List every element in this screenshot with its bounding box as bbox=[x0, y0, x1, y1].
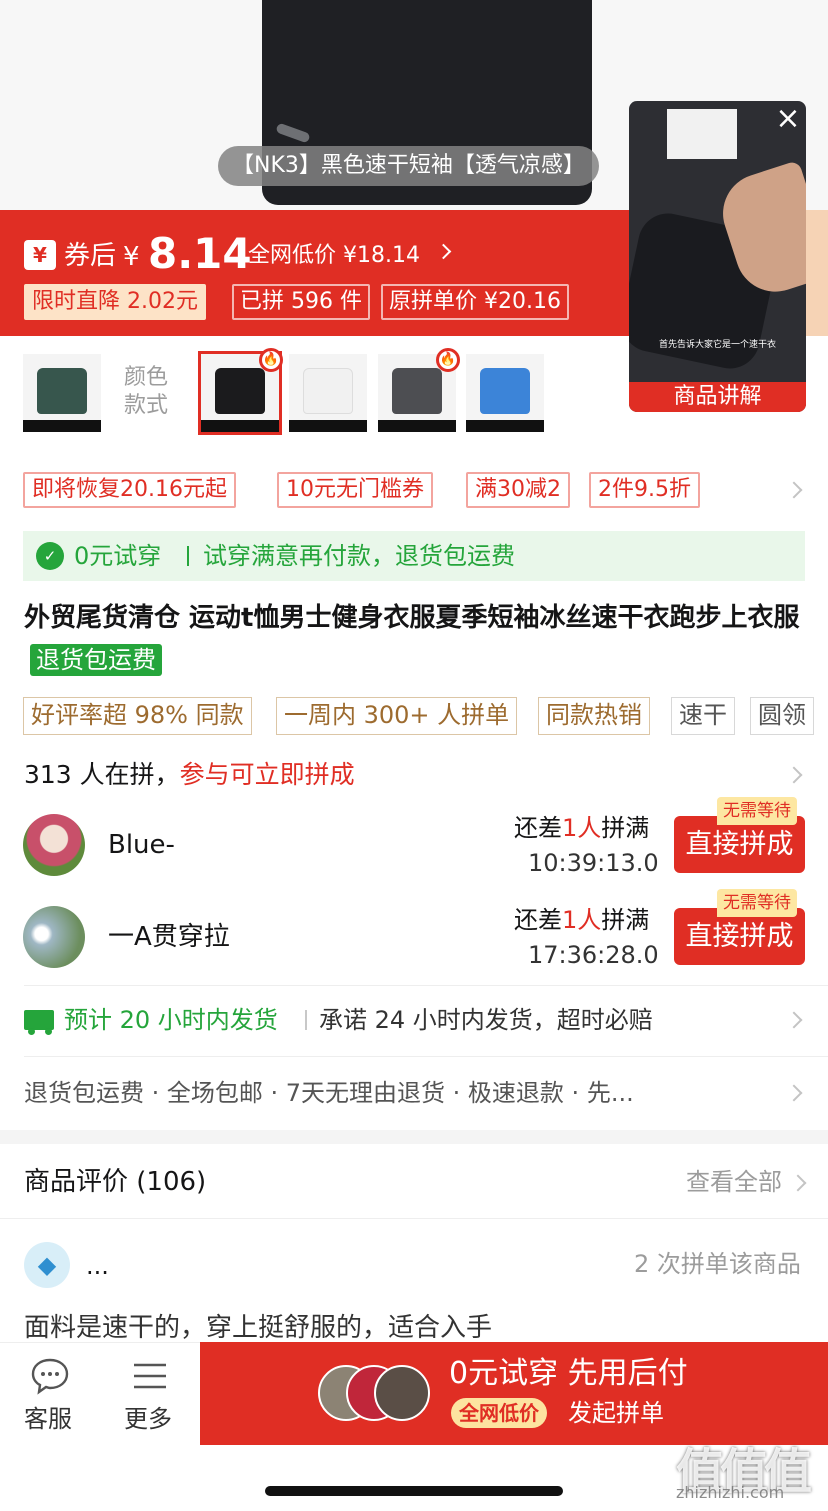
need-suffix: 拼满 bbox=[601, 814, 650, 842]
next-image-peek bbox=[806, 210, 828, 336]
feature-tag: 同款热销 bbox=[538, 697, 650, 735]
free-return-badge: 退货包运费 bbox=[30, 644, 162, 676]
feature-tag: 一周内 300+ 人拼单 bbox=[276, 697, 518, 735]
chat-icon[interactable] bbox=[30, 1356, 70, 1396]
close-icon[interactable]: × bbox=[770, 101, 806, 137]
tshirt-icon bbox=[392, 368, 442, 414]
sku-thumb-blue[interactable] bbox=[466, 354, 544, 432]
chevron-right-icon[interactable] bbox=[789, 1174, 807, 1192]
need-suffix: 拼满 bbox=[601, 906, 650, 934]
lowest-price-pill: 全网低价 bbox=[451, 1398, 547, 1428]
sku-brand-strip bbox=[378, 420, 456, 432]
tshirt-icon bbox=[215, 368, 265, 414]
countdown-timer: 10:39:13.0 bbox=[528, 849, 659, 877]
original-price-tag: 原拼单价 ¥20.16 bbox=[381, 284, 569, 320]
start-group-label: 发起拼单 bbox=[568, 1399, 664, 1427]
view-all-reviews[interactable]: 查看全部 bbox=[686, 1163, 782, 1201]
product-title-text: 外贸尾货清仓 运动t恤男士健身衣服夏季短袖冰丝速干衣跑步上衣服 bbox=[24, 603, 800, 633]
sku-name-label: 【NK3】黑色速干短袖【透气凉感】 bbox=[218, 146, 599, 186]
after-coupon-label: 券后 bbox=[64, 241, 117, 271]
feature-tag: 圆领 bbox=[750, 697, 814, 735]
ship-estimate: 预计 20 小时内发货 bbox=[64, 1006, 278, 1034]
price-currency: ¥ bbox=[123, 242, 140, 272]
sku-brand-strip bbox=[289, 420, 367, 432]
sku-thumb-green[interactable] bbox=[23, 354, 101, 432]
try-free-pay-later: 0元试穿 先用后付 bbox=[449, 1356, 688, 1391]
more-label[interactable]: 更多 bbox=[124, 1403, 172, 1435]
sold-count-tag: 已拼 596 件 bbox=[232, 284, 370, 320]
chevron-right-icon[interactable] bbox=[785, 766, 803, 784]
reviews-title: 商品评价 (106) bbox=[24, 1167, 207, 1197]
promo-tag[interactable]: 即将恢复20.16元起 bbox=[23, 472, 236, 508]
service-guarantees[interactable]: 退货包运费 · 全场包邮 · 7天无理由退货 · 极速退款 · 先... bbox=[24, 1075, 764, 1111]
reviewer-order-count: 2 次拼单该商品 bbox=[634, 1250, 801, 1278]
video-subtitle: 首先告诉大家它是一个速干衣 bbox=[658, 340, 776, 350]
try-on-badge-icon: ✓ bbox=[36, 542, 64, 570]
group-count: 313 人在拼， bbox=[24, 760, 180, 789]
explainer-label[interactable]: 商品讲解 bbox=[629, 382, 806, 412]
need-prefix: 还差 bbox=[514, 814, 562, 842]
need-count: 1人 bbox=[562, 906, 602, 934]
countdown-timer: 17:36:28.0 bbox=[528, 941, 659, 969]
hot-flame-icon: 🔥 bbox=[259, 348, 283, 372]
home-indicator[interactable] bbox=[265, 1486, 563, 1496]
group-buy-header[interactable]: 313 人在拼，参与可立即拼成 bbox=[24, 756, 355, 794]
group-need: 还差1人拼满 bbox=[514, 812, 649, 844]
divider bbox=[187, 546, 189, 566]
avatar bbox=[374, 1365, 430, 1421]
sku-brand-strip bbox=[466, 420, 544, 432]
group-user-name: 一A贯穿拉 bbox=[108, 922, 230, 952]
coupon-yen-icon: ¥ bbox=[24, 240, 56, 270]
no-wait-badge: 无需等待 bbox=[717, 889, 797, 917]
need-prefix: 还差 bbox=[514, 906, 562, 934]
sku-brand-strip bbox=[23, 420, 101, 432]
avatar bbox=[23, 906, 85, 968]
ship-promise: 承诺 24 小时内发货，超时必赔 bbox=[319, 1006, 653, 1034]
watermark-url: zhizhizhi.com bbox=[676, 1483, 785, 1502]
avatar bbox=[23, 814, 85, 876]
video-care-label bbox=[667, 109, 737, 159]
divider bbox=[305, 1010, 307, 1030]
tshirt-icon bbox=[480, 368, 530, 414]
no-wait-badge: 无需等待 bbox=[717, 797, 797, 825]
promo-tag[interactable]: 2件9.5折 bbox=[589, 472, 700, 508]
divider bbox=[24, 985, 828, 986]
feature-tag: 好评率超 98% 同款 bbox=[23, 697, 252, 735]
group-need: 还差1人拼满 bbox=[514, 904, 649, 936]
chevron-right-icon[interactable] bbox=[785, 1084, 803, 1102]
color-style-label: 颜色款式 bbox=[124, 365, 169, 418]
section-gap bbox=[0, 1130, 828, 1144]
chevron-right-icon[interactable] bbox=[785, 1011, 803, 1029]
explainer-video[interactable]: 首先告诉大家它是一个速干衣 bbox=[629, 101, 806, 412]
try-free-label: 0元试穿 bbox=[74, 542, 162, 570]
feature-tag: 速干 bbox=[671, 697, 735, 735]
group-cta: 参与可立即拼成 bbox=[179, 760, 355, 789]
sku-thumb-white[interactable] bbox=[289, 354, 367, 432]
reviewer-avatar-fish-icon: ◆ bbox=[24, 1242, 70, 1288]
tshirt-icon bbox=[303, 368, 353, 414]
sku-brand-strip bbox=[201, 420, 279, 432]
lowest-price-link[interactable]: 全网低价 ¥18.14 bbox=[248, 236, 420, 276]
promo-tag[interactable]: 10元无门槛券 bbox=[277, 472, 433, 508]
hot-flame-icon: 🔥 bbox=[436, 348, 460, 372]
group-user-name: Blue- bbox=[108, 830, 175, 860]
chevron-right-icon[interactable] bbox=[785, 481, 803, 499]
reviewer-name: ... bbox=[86, 1252, 109, 1280]
truck-icon bbox=[24, 1010, 54, 1035]
divider bbox=[24, 1056, 828, 1057]
promo-tag[interactable]: 满30减2 bbox=[466, 472, 570, 508]
product-title: 外贸尾货清仓 运动t恤男士健身衣服夏季短袖冰丝速干衣跑步上衣服退货包运费 bbox=[24, 596, 804, 684]
customer-service-label[interactable]: 客服 bbox=[24, 1403, 72, 1435]
menu-icon[interactable] bbox=[130, 1356, 170, 1396]
need-count: 1人 bbox=[562, 814, 602, 842]
try-free-desc: 试穿满意再付款，退货包运费 bbox=[203, 542, 515, 570]
divider bbox=[0, 1218, 828, 1219]
coupon-price: 8.14 bbox=[148, 229, 252, 278]
tshirt-icon bbox=[37, 368, 87, 414]
price-drop-tag: 限时直降 2.02元 bbox=[24, 284, 206, 320]
